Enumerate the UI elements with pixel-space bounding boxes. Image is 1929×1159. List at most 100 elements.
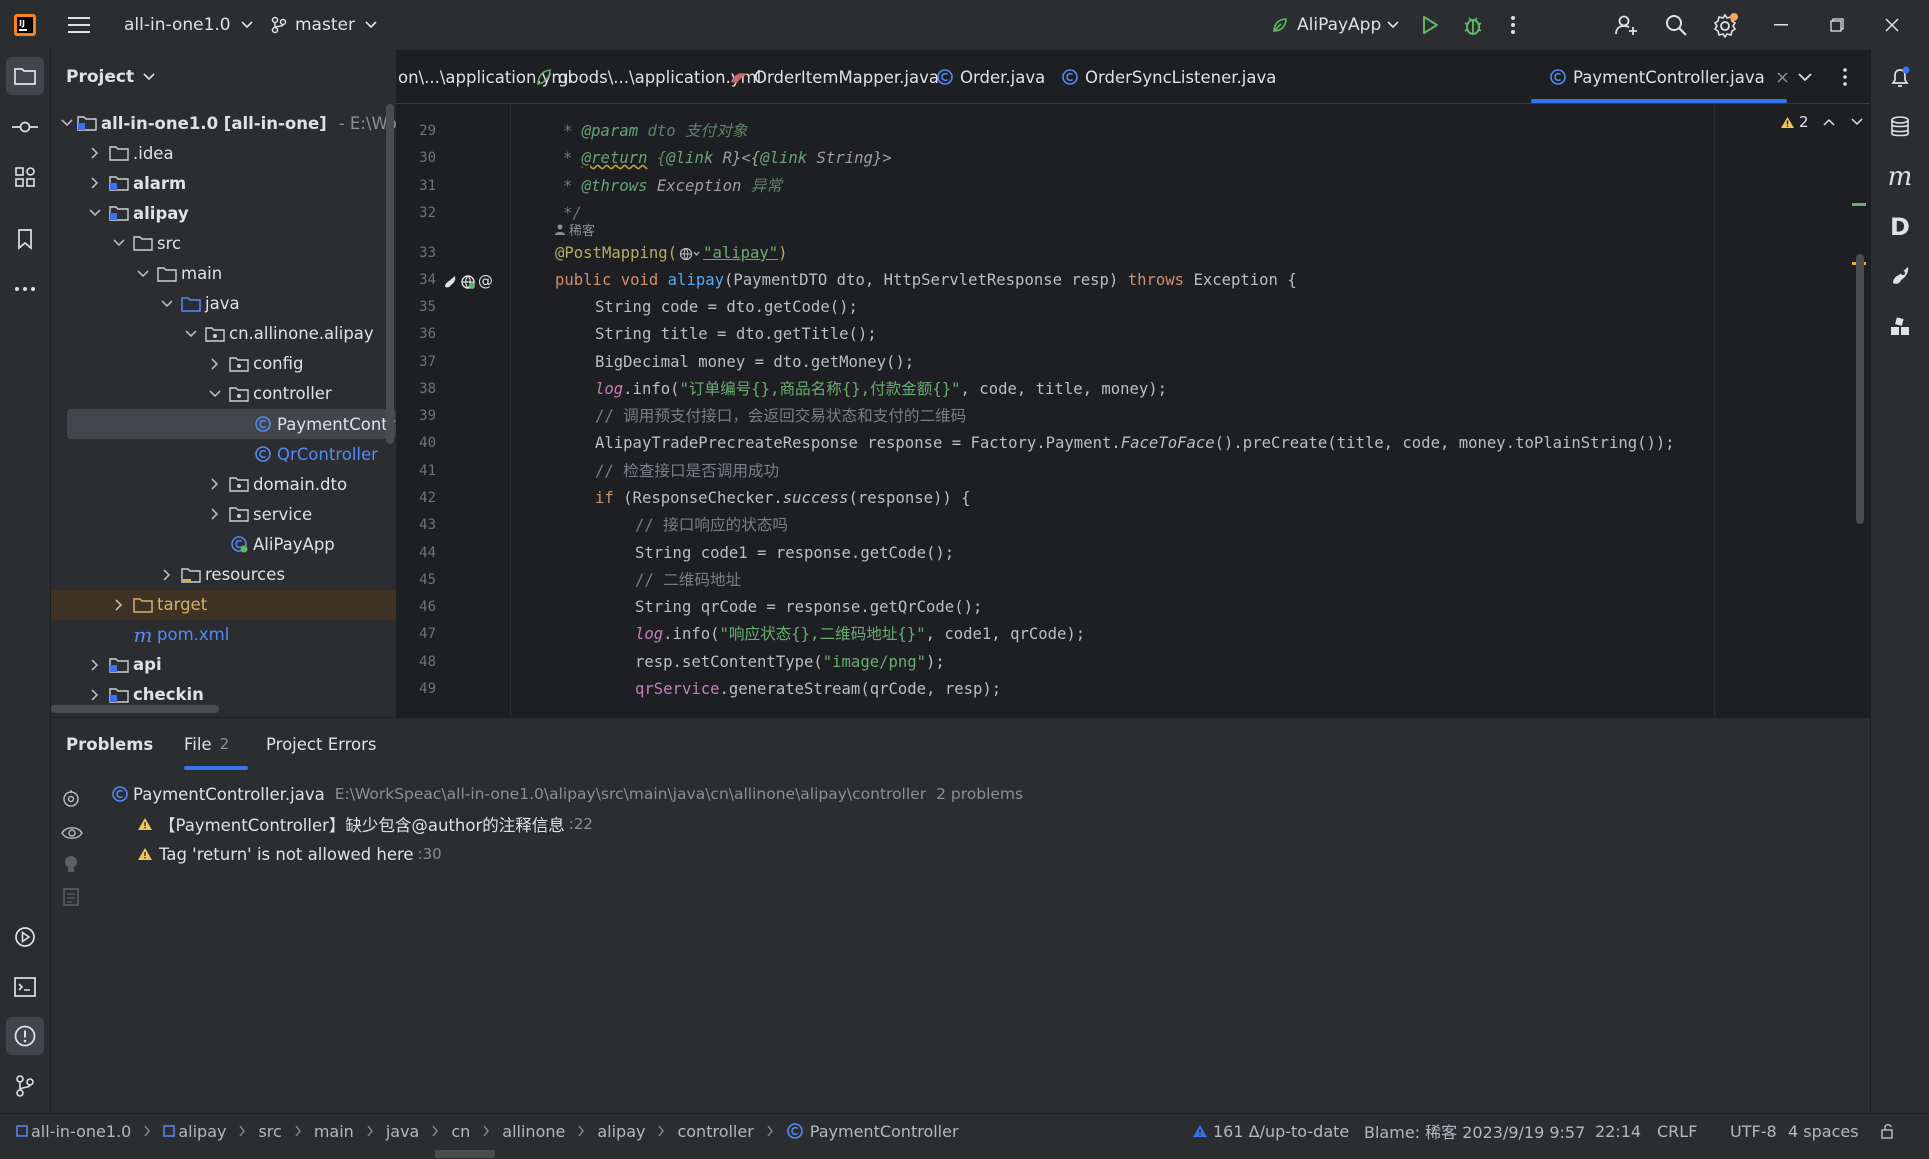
database-icon[interactable] bbox=[1881, 108, 1919, 146]
git-icon[interactable] bbox=[6, 1067, 44, 1105]
breadcrumb-item[interactable]: allinone bbox=[502, 1122, 565, 1141]
search-icon[interactable] bbox=[1664, 0, 1688, 50]
tree-horizontal-scrollbar[interactable] bbox=[51, 705, 219, 713]
minimize-icon[interactable] bbox=[1774, 0, 1788, 50]
debug-icon[interactable] bbox=[1462, 0, 1484, 50]
chevron-down-icon[interactable] bbox=[133, 264, 153, 284]
tree-item[interactable]: .idea bbox=[51, 138, 396, 168]
editor-tab[interactable]: Order.java bbox=[936, 50, 1045, 103]
tree-item[interactable]: java bbox=[51, 289, 396, 319]
indent-setting[interactable]: 4 spaces bbox=[1788, 1114, 1859, 1148]
file-encoding[interactable]: UTF-8 bbox=[1730, 1114, 1777, 1148]
breadcrumb-item[interactable]: cn bbox=[451, 1122, 470, 1141]
read-only-lock-icon[interactable] bbox=[1880, 1114, 1896, 1148]
auto-refresh-icon[interactable] bbox=[61, 788, 81, 808]
chevron-right-icon[interactable] bbox=[85, 143, 105, 163]
breadcrumb-item[interactable]: java bbox=[386, 1122, 420, 1141]
tree-item[interactable]: AliPayApp bbox=[51, 529, 396, 559]
breadcrumb-item[interactable]: PaymentController bbox=[810, 1122, 959, 1141]
chevron-right-icon[interactable] bbox=[205, 474, 225, 494]
more-actions-icon[interactable] bbox=[1510, 0, 1516, 50]
run-gutter-rocket-icon[interactable] bbox=[442, 274, 458, 290]
chevron-down-icon[interactable] bbox=[181, 324, 201, 344]
tree-item[interactable]: all-in-one1.0 [all-in-one]- E:\Wor bbox=[51, 108, 396, 138]
chevron-right-icon[interactable] bbox=[85, 655, 105, 675]
next-highlight-icon[interactable] bbox=[1851, 118, 1863, 126]
tree-item[interactable]: QrController bbox=[51, 439, 396, 469]
tree-item[interactable]: config bbox=[51, 349, 396, 379]
lightbulb-icon[interactable] bbox=[63, 854, 79, 876]
tree-item[interactable]: api bbox=[51, 650, 396, 680]
terminal-icon[interactable] bbox=[6, 968, 44, 1006]
chevron-down-icon[interactable] bbox=[205, 384, 225, 404]
blame-info[interactable]: Blame: 稀客 2023/9/19 9:57 bbox=[1364, 1114, 1585, 1148]
chevron-right-icon[interactable] bbox=[85, 685, 105, 705]
maven-icon[interactable]: m bbox=[1881, 158, 1919, 196]
annotation-at-icon[interactable]: @ bbox=[478, 272, 493, 290]
problem-item[interactable]: Tag 'return' is not allowed here :30 bbox=[137, 840, 442, 868]
chevron-right-icon[interactable] bbox=[157, 565, 177, 585]
tree-item[interactable]: service bbox=[51, 499, 396, 529]
chevron-down-icon[interactable] bbox=[157, 294, 177, 314]
editor-tab[interactable]: OrderItemMapper.java bbox=[730, 50, 939, 103]
breadcrumb-item[interactable]: alipay bbox=[178, 1122, 226, 1141]
structure-icon[interactable] bbox=[6, 158, 44, 196]
tree-item[interactable]: main bbox=[51, 259, 396, 289]
eye-icon[interactable] bbox=[61, 824, 83, 842]
tree-item[interactable]: PaymentContr bbox=[67, 409, 396, 439]
preview-icon[interactable] bbox=[63, 888, 79, 906]
tree-item[interactable]: m pom.xml bbox=[51, 620, 396, 650]
tree-vertical-scrollbar[interactable] bbox=[386, 104, 394, 444]
d-plugin-icon[interactable]: D bbox=[1881, 208, 1919, 246]
vcs-status[interactable]: 161 Δ/up-to-date bbox=[1192, 1114, 1349, 1148]
breadcrumb-item[interactable]: controller bbox=[677, 1122, 753, 1141]
tree-item[interactable]: domain.dto bbox=[51, 469, 396, 499]
chevron-right-icon[interactable] bbox=[205, 354, 225, 374]
project-switcher[interactable]: all-in-one1.0 bbox=[124, 0, 253, 50]
main-menu-icon[interactable] bbox=[68, 0, 92, 50]
close-window-icon[interactable] bbox=[1885, 0, 1899, 50]
chevron-right-icon[interactable] bbox=[85, 173, 105, 193]
chevron-down-icon[interactable] bbox=[109, 233, 129, 253]
branch-switcher[interactable]: master bbox=[271, 0, 377, 50]
tab-file[interactable]: File 2 bbox=[184, 718, 229, 770]
tree-item[interactable]: cn.allinone.alipay bbox=[51, 319, 396, 349]
project-panel-header[interactable]: Project bbox=[51, 50, 396, 104]
problem-file-row[interactable]: PaymentController.java E:\WorkSpeac\all-… bbox=[111, 780, 1023, 808]
bookmarks-icon[interactable] bbox=[6, 220, 44, 258]
run-config-selector[interactable]: AliPayApp bbox=[1271, 0, 1399, 50]
rocket-icon[interactable] bbox=[1881, 257, 1919, 295]
author-inlay-hint[interactable]: 稀客 bbox=[555, 218, 595, 240]
chevron-right-icon[interactable] bbox=[205, 504, 225, 524]
tabs-dropdown-icon[interactable] bbox=[1798, 50, 1812, 104]
services-icon[interactable] bbox=[6, 918, 44, 956]
web-endpoint-icon[interactable] bbox=[460, 274, 476, 290]
problem-item[interactable]: 【PaymentController】缺少包含@author的注释信息 :22 bbox=[137, 810, 593, 838]
editor-tab[interactable]: OrderSyncListener.java bbox=[1061, 50, 1276, 103]
tree-item[interactable]: src bbox=[51, 228, 396, 258]
problems-tab-title[interactable]: Problems bbox=[66, 718, 153, 770]
more-tools-icon[interactable] bbox=[6, 270, 44, 308]
tree-item[interactable]: resources bbox=[51, 560, 396, 590]
chevron-down-icon[interactable] bbox=[61, 113, 73, 133]
breadcrumb-item[interactable]: src bbox=[258, 1122, 281, 1141]
breadcrumb-item[interactable]: all-in-one1.0 bbox=[31, 1122, 131, 1141]
code-editor[interactable]: 29 30 31 32 33 34 35 36 37 38 39 40 41 42 43 44 45 46 47 48… bbox=[396, 104, 1870, 717]
breadcrumb-item[interactable]: main bbox=[314, 1122, 354, 1141]
editor-tab[interactable]: PaymentController.java bbox=[1549, 50, 1788, 103]
problems-icon[interactable] bbox=[6, 1017, 44, 1055]
caret-position[interactable]: 22:14 bbox=[1595, 1114, 1641, 1148]
app-logo-icon[interactable]: IJ bbox=[12, 0, 38, 50]
project-folder-icon[interactable] bbox=[6, 57, 44, 95]
breadcrumb-item[interactable]: alipay bbox=[597, 1122, 645, 1141]
settings-gear-icon[interactable] bbox=[1713, 0, 1739, 50]
tree-item[interactable]: controller bbox=[51, 379, 396, 409]
editor-vertical-scrollbar[interactable] bbox=[1856, 254, 1864, 524]
tabs-more-icon[interactable] bbox=[1842, 50, 1848, 104]
chevron-down-icon[interactable] bbox=[85, 203, 105, 223]
line-separator[interactable]: CRLF bbox=[1657, 1114, 1697, 1148]
add-user-icon[interactable] bbox=[1614, 0, 1638, 50]
close-tab-icon[interactable] bbox=[1777, 71, 1788, 83]
tab-project-errors[interactable]: Project Errors bbox=[266, 718, 377, 770]
editor-tab[interactable]: goods\...\application.yml bbox=[536, 50, 761, 103]
